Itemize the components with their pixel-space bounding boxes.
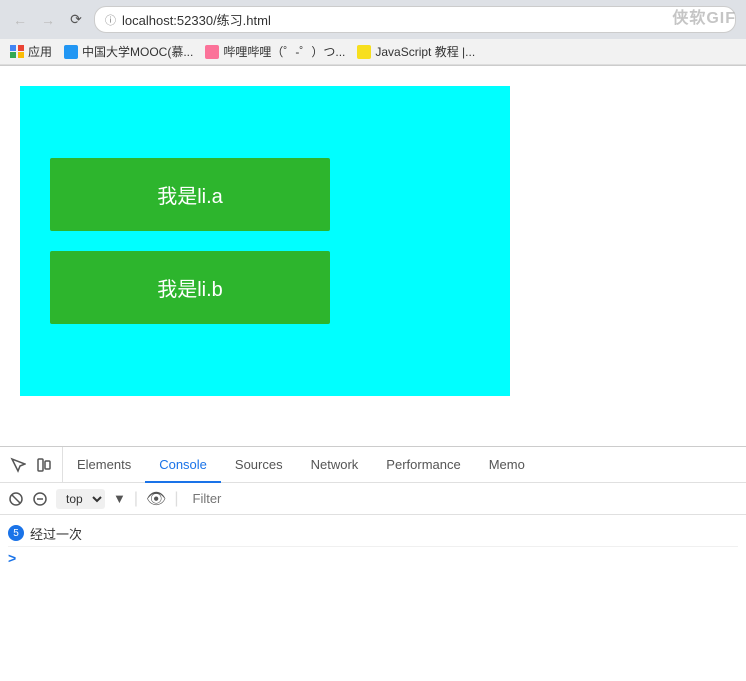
webpage: 我是li.a 我是li.b bbox=[0, 66, 510, 446]
bili-icon bbox=[205, 45, 219, 59]
back-button[interactable]: ← bbox=[10, 10, 30, 30]
browser-chrome: ← → ⟳ ⓘ localhost:52330/练习.html 侠软GIF 应用… bbox=[0, 0, 746, 66]
bookmarks-bar: 应用 中国大学MOOC(慕... 哔哩哔哩（゜-゜）つ... JavaScrip… bbox=[0, 39, 746, 65]
apps-grid-icon bbox=[10, 45, 24, 59]
separator-2: | bbox=[174, 490, 178, 508]
bookmark-mooc[interactable]: 中国大学MOOC(慕... bbox=[64, 43, 193, 60]
devtools-tabs: Elements Console Sources Network Perform… bbox=[63, 447, 746, 483]
devtools-panel: Elements Console Sources Network Perform… bbox=[0, 446, 746, 681]
title-bar: ← → ⟳ ⓘ localhost:52330/练习.html 侠软GIF bbox=[0, 0, 746, 39]
bookmark-js[interactable]: JavaScript 教程 |... bbox=[357, 43, 475, 60]
filter-button[interactable] bbox=[32, 491, 48, 507]
cyan-box: 我是li.a 我是li.b bbox=[20, 86, 510, 396]
console-count-badge: 5 bbox=[8, 525, 24, 541]
bookmark-apps-label: 应用 bbox=[28, 43, 52, 60]
separator-1: | bbox=[134, 490, 138, 508]
li-a-text: 我是li.a bbox=[157, 186, 223, 208]
mooc-icon bbox=[64, 45, 78, 59]
console-prompt[interactable]: > bbox=[8, 550, 16, 566]
console-log-item: 5 经过一次 bbox=[8, 521, 738, 547]
url-text: localhost:52330/练习.html bbox=[122, 10, 271, 29]
tab-console[interactable]: Console bbox=[145, 447, 221, 483]
js-icon bbox=[357, 45, 371, 59]
tab-network[interactable]: Network bbox=[297, 447, 373, 483]
devtools-tab-bar: Elements Console Sources Network Perform… bbox=[0, 447, 746, 483]
li-b-text: 我是li.b bbox=[157, 279, 223, 301]
devtools-icons-left bbox=[0, 447, 63, 482]
console-prompt-row: > bbox=[8, 547, 738, 569]
clear-console-button[interactable] bbox=[8, 491, 24, 507]
device-toolbar-button[interactable] bbox=[32, 453, 56, 477]
tab-sources[interactable]: Sources bbox=[221, 447, 297, 483]
tab-elements[interactable]: Elements bbox=[63, 447, 145, 483]
context-select[interactable]: top bbox=[56, 489, 105, 509]
console-output: 5 经过一次 > bbox=[0, 515, 746, 681]
filter-input[interactable] bbox=[187, 489, 739, 508]
tab-performance[interactable]: Performance bbox=[372, 447, 474, 483]
address-bar[interactable]: ⓘ localhost:52330/练习.html bbox=[94, 6, 736, 33]
lock-icon: ⓘ bbox=[105, 12, 116, 28]
browser-content: 我是li.a 我是li.b bbox=[0, 66, 746, 446]
li-b-item[interactable]: 我是li.b bbox=[50, 251, 330, 324]
dropdown-icon[interactable]: ▼ bbox=[113, 491, 126, 506]
console-toolbar: top ▼ | 👁 | bbox=[0, 483, 746, 515]
tab-memory[interactable]: Memo bbox=[475, 447, 539, 483]
console-log-text: 经过一次 bbox=[30, 524, 82, 543]
bookmark-apps[interactable]: 应用 bbox=[10, 43, 52, 60]
bookmark-bili[interactable]: 哔哩哔哩（゜-゜）つ... bbox=[205, 43, 345, 60]
li-a-item[interactable]: 我是li.a bbox=[50, 158, 330, 231]
inspect-element-button[interactable] bbox=[6, 453, 30, 477]
forward-button[interactable]: → bbox=[38, 10, 58, 30]
reload-button[interactable]: ⟳ bbox=[66, 10, 86, 30]
eye-button[interactable]: 👁 bbox=[146, 489, 166, 509]
bookmark-bili-label: 哔哩哔哩（゜-゜）つ... bbox=[223, 43, 345, 60]
bookmark-mooc-label: 中国大学MOOC(慕... bbox=[82, 43, 193, 60]
bookmark-js-label: JavaScript 教程 |... bbox=[375, 43, 475, 60]
